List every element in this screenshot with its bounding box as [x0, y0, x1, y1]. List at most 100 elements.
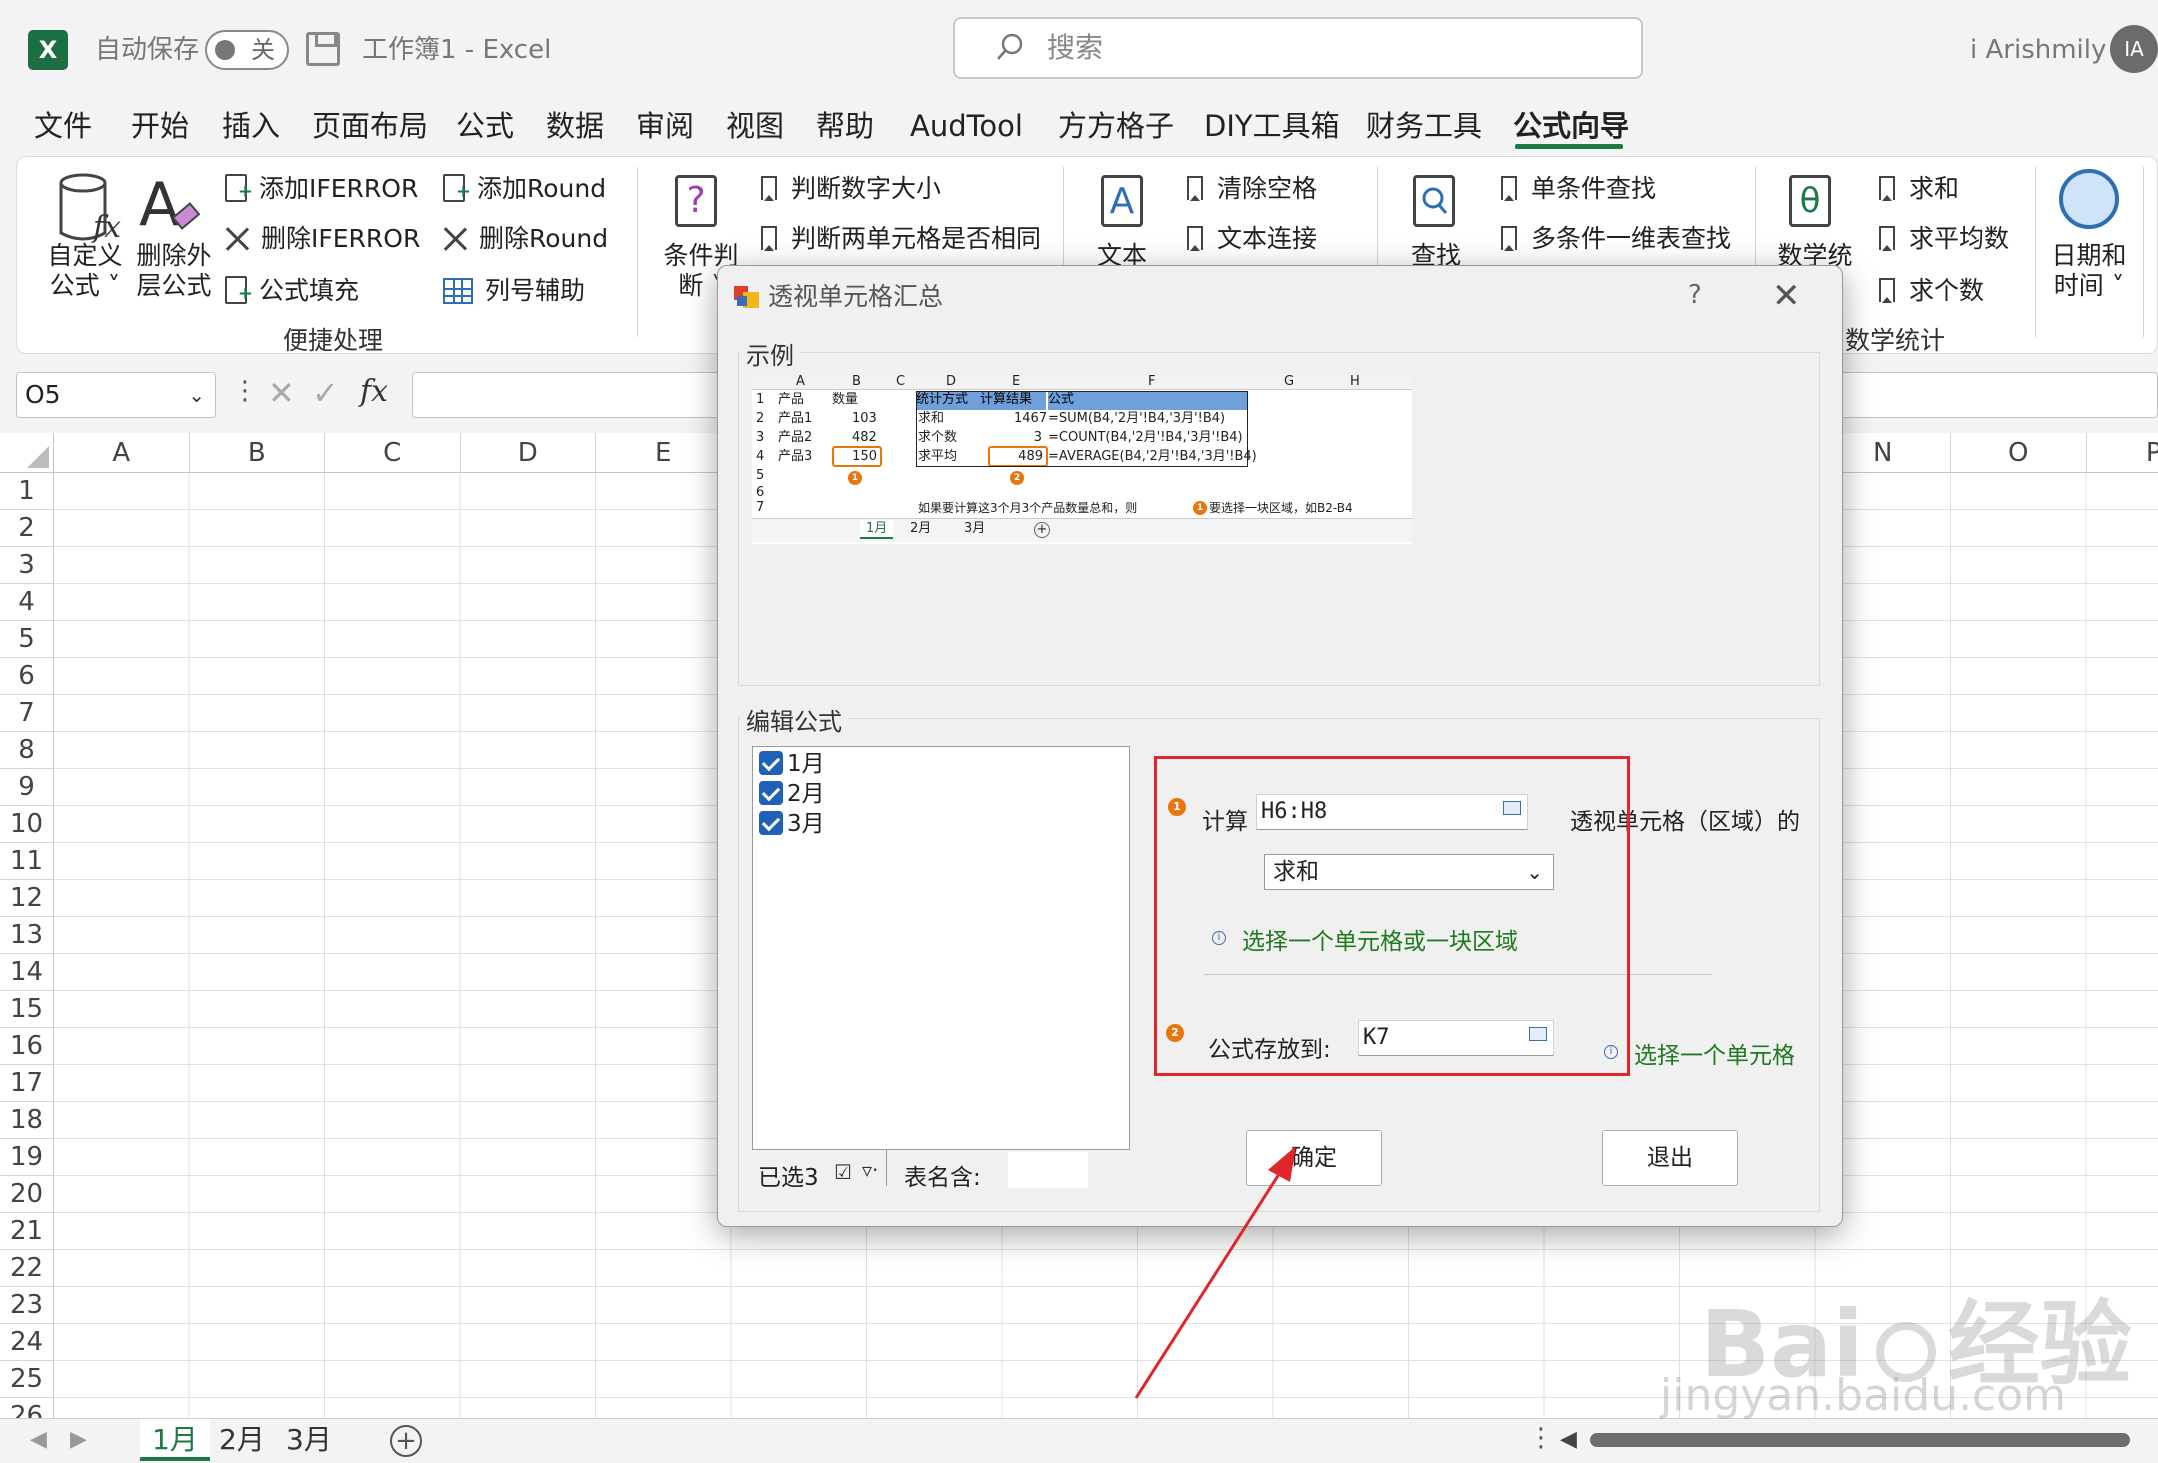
- row-header[interactable]: 25: [0, 1361, 54, 1398]
- checkbox-checked-icon[interactable]: [759, 781, 783, 805]
- single-find-button[interactable]: 单条件查找: [1501, 171, 1656, 207]
- row-header[interactable]: 15: [0, 991, 54, 1028]
- sheet-check-mar[interactable]: 3月: [759, 809, 825, 839]
- row-header[interactable]: 1: [0, 473, 54, 510]
- autosave-toggle[interactable]: 关: [205, 30, 289, 70]
- bookmark-icon: [1187, 226, 1203, 251]
- clear-space-button[interactable]: 清除空格: [1187, 171, 1317, 207]
- fx-icon[interactable]: fx: [360, 374, 388, 409]
- row-header[interactable]: 6: [0, 658, 54, 695]
- sheet-tab-mar[interactable]: 3月: [274, 1419, 344, 1461]
- check-icon[interactable]: ✓: [312, 374, 339, 412]
- sheet-tab-jan[interactable]: 1月: [140, 1419, 210, 1461]
- row-header[interactable]: 19: [0, 1139, 54, 1176]
- formula-fill-button[interactable]: 公式填充: [225, 273, 359, 312]
- menu-file[interactable]: 文件: [34, 100, 92, 152]
- row-header[interactable]: 18: [0, 1102, 54, 1139]
- bookmark-icon: [1879, 176, 1895, 201]
- row-header[interactable]: 22: [0, 1250, 54, 1287]
- date-time-button[interactable]: 日期和 时间 ˅: [2049, 241, 2129, 301]
- user-name[interactable]: i Arishmily: [1970, 30, 2106, 70]
- row-header[interactable]: 21: [0, 1213, 54, 1250]
- horizontal-scrollbar[interactable]: [1590, 1433, 2130, 1447]
- row-header[interactable]: 16: [0, 1028, 54, 1065]
- avatar[interactable]: IA: [2110, 25, 2158, 73]
- row-header[interactable]: 20: [0, 1176, 54, 1213]
- menu-audtool[interactable]: AudTool: [910, 100, 1023, 152]
- custom-formula-button[interactable]: 自定义 公式 ˅: [45, 241, 125, 301]
- name-contains-input[interactable]: [1008, 1152, 1088, 1188]
- menu-data[interactable]: 数据: [546, 100, 604, 152]
- exit-button[interactable]: 退出: [1602, 1130, 1738, 1186]
- judge-num-button[interactable]: 判断数字大小: [761, 171, 941, 207]
- name-box[interactable]: O5 ⌄: [16, 372, 216, 418]
- column-header[interactable]: E: [596, 433, 732, 473]
- menu-view[interactable]: 视图: [726, 100, 784, 152]
- more-vertical-icon[interactable]: ⋮: [1528, 1423, 1554, 1453]
- filter-icon[interactable]: ▿·: [862, 1158, 878, 1182]
- svg-text:A: A: [139, 170, 180, 240]
- column-header[interactable]: C: [325, 433, 461, 473]
- search-box[interactable]: 搜索: [953, 17, 1643, 79]
- sheet-tab-feb[interactable]: 2月: [207, 1419, 277, 1461]
- menu-page-layout[interactable]: 页面布局: [312, 100, 428, 152]
- row-header[interactable]: 12: [0, 880, 54, 917]
- row-header[interactable]: 9: [0, 769, 54, 806]
- del-iferror-button[interactable]: 删除IFERROR: [225, 221, 420, 257]
- next-sheet-icon[interactable]: ▶: [70, 1427, 87, 1452]
- select-all-check-icon[interactable]: ☑: [834, 1160, 852, 1184]
- menu-review[interactable]: 审阅: [636, 100, 694, 152]
- row-header[interactable]: 23: [0, 1287, 54, 1324]
- prev-sheet-icon[interactable]: ◀: [30, 1427, 47, 1452]
- column-header[interactable]: P: [2086, 433, 2158, 473]
- menu-insert[interactable]: 插入: [222, 100, 280, 152]
- row-header[interactable]: 26: [0, 1398, 54, 1418]
- avg-button[interactable]: 求平均数: [1879, 221, 2009, 257]
- remove-outer-button[interactable]: 删除外 层公式: [129, 241, 219, 301]
- sheet-check-feb[interactable]: 2月: [759, 779, 825, 809]
- row-header[interactable]: 14: [0, 954, 54, 991]
- sheet-list[interactable]: 1月 2月 3月: [752, 746, 1130, 1150]
- add-sheet-icon[interactable]: +: [390, 1425, 422, 1457]
- multi-find-button[interactable]: 多条件一维表查找: [1501, 221, 1731, 257]
- row-header[interactable]: 2: [0, 510, 54, 547]
- row-header[interactable]: 11: [0, 843, 54, 880]
- sum-button[interactable]: 求和: [1879, 171, 1959, 207]
- row-header[interactable]: 13: [0, 917, 54, 954]
- column-header[interactable]: A: [54, 433, 190, 473]
- add-round-button[interactable]: 添加Round: [443, 171, 606, 210]
- menu-fangfang[interactable]: 方方格子: [1058, 100, 1174, 152]
- count-button[interactable]: 求个数: [1879, 273, 1984, 309]
- menu-formulas[interactable]: 公式: [456, 100, 514, 152]
- column-header[interactable]: D: [460, 433, 596, 473]
- row-header[interactable]: 8: [0, 732, 54, 769]
- col-assist-button[interactable]: 列号辅助: [443, 273, 585, 309]
- menu-diy[interactable]: DIY工具箱: [1204, 100, 1340, 152]
- checkbox-checked-icon[interactable]: [759, 811, 783, 835]
- row-header[interactable]: 4: [0, 584, 54, 621]
- add-iferror-button[interactable]: 添加IFERROR: [225, 171, 418, 210]
- menu-home[interactable]: 开始: [131, 100, 189, 152]
- scroll-left-icon[interactable]: ◀: [1560, 1427, 1577, 1452]
- row-header[interactable]: 5: [0, 621, 54, 658]
- close-icon[interactable]: ✕: [1772, 276, 1801, 316]
- row-header[interactable]: 17: [0, 1065, 54, 1102]
- row-header[interactable]: 24: [0, 1324, 54, 1361]
- row-header[interactable]: 10: [0, 806, 54, 843]
- cancel-icon[interactable]: ✕: [268, 374, 295, 412]
- text-concat-button[interactable]: 文本连接: [1187, 221, 1317, 257]
- del-round-button[interactable]: 删除Round: [443, 221, 608, 257]
- row-header[interactable]: 3: [0, 547, 54, 584]
- more-vertical-icon[interactable]: ⋮: [232, 376, 258, 406]
- save-icon[interactable]: [306, 32, 340, 66]
- checkbox-checked-icon[interactable]: [759, 751, 783, 775]
- column-header[interactable]: B: [189, 433, 325, 473]
- row-header[interactable]: 7: [0, 695, 54, 732]
- sheet-check-jan[interactable]: 1月: [759, 749, 825, 779]
- judge-same-button[interactable]: 判断两单元格是否相同: [761, 221, 1041, 257]
- help-icon[interactable]: ?: [1688, 280, 1702, 310]
- menu-help[interactable]: 帮助: [816, 100, 874, 152]
- menu-finance[interactable]: 财务工具: [1366, 100, 1482, 152]
- column-header[interactable]: O: [1951, 433, 2087, 473]
- select-all-corner[interactable]: [0, 433, 54, 473]
